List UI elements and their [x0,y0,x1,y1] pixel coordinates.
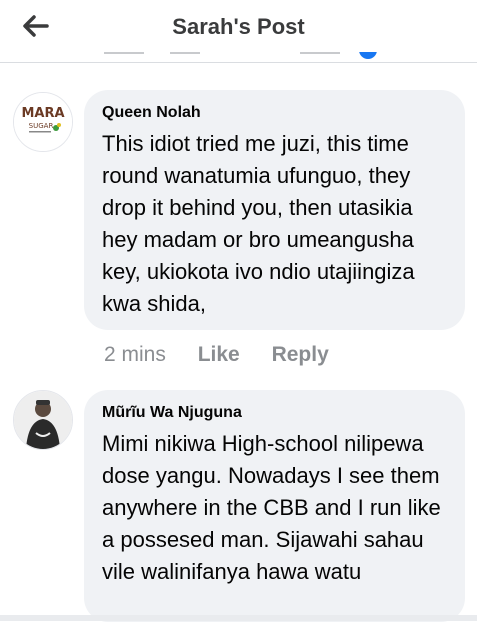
comment-bubble: Queen Nolah This idiot tried me juzi, th… [84,90,465,330]
person-photo-icon [14,391,72,449]
comment-author[interactable]: Queen Nolah [102,104,447,122]
svg-text:SUGAR: SUGAR [29,122,54,130]
mara-sugar-logo-icon: MARA SUGAR [14,93,72,151]
page-title: Sarah's Post [172,14,305,39]
comment-bubble: Mũrĩu Wa Njuguna Mimi nikiwa High-school… [84,390,465,622]
cut-off-glyphs [104,52,377,59]
comment-actions: 2 mins Like Reply [104,343,355,367]
comment-text: Mimi nikiwa High-school nilipewa dose ya… [102,431,441,584]
like-button[interactable]: Like [198,343,240,366]
bottom-edge [0,615,477,621]
comment-text: This idiot tried me juzi, this time roun… [102,131,415,316]
avatar[interactable] [13,390,73,450]
comment-author[interactable]: Mũrĩu Wa Njuguna [102,404,447,422]
previous-comment-actions-cut [0,52,477,62]
reply-button[interactable]: Reply [272,343,329,366]
comment-time: 2 mins [104,343,166,366]
avatar[interactable]: MARA SUGAR [13,92,73,152]
svg-text:MARA: MARA [21,106,64,121]
